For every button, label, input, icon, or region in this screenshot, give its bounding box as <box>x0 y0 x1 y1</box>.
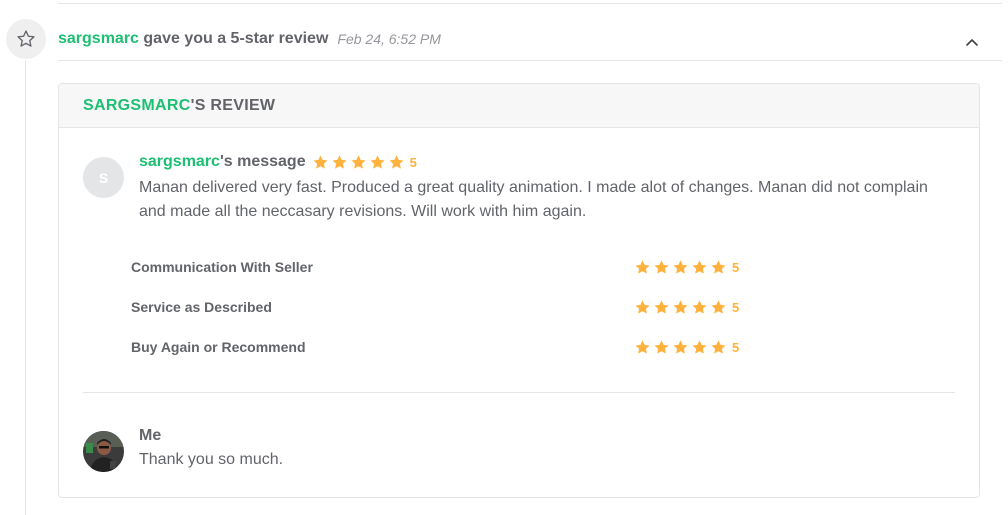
message-author-suffix: 's message <box>219 153 306 170</box>
timeline-line <box>25 60 26 515</box>
event-action-text: gave you a 5-star review <box>143 30 329 47</box>
criteria-label: Communication With Seller <box>131 259 313 275</box>
review-title-username: SARGSMARC <box>83 96 191 114</box>
review-title-suffix: 'S REVIEW <box>190 96 276 114</box>
top-divider <box>58 3 1002 4</box>
star-icon <box>635 299 650 314</box>
reviewer-avatar-initial: S <box>98 169 109 186</box>
star-icon <box>351 154 366 169</box>
star-icon <box>332 154 347 169</box>
user-photo-icon <box>83 431 124 472</box>
reply-author: Me <box>139 427 162 444</box>
overall-star-rating <box>312 154 407 171</box>
star-icon <box>635 339 650 354</box>
star-icon <box>389 154 404 169</box>
star-icon <box>313 154 328 169</box>
message-author-link[interactable]: sargsmarc <box>139 153 220 170</box>
criteria-row-service: Service as Described 5 <box>131 297 751 317</box>
star-icon <box>692 259 707 274</box>
star-icon <box>711 299 726 314</box>
review-card-title: SARGSMARC 'S REVIEW <box>59 84 979 128</box>
star-icon <box>654 339 669 354</box>
criteria-star-rating <box>634 299 729 316</box>
star-icon <box>711 259 726 274</box>
star-outline-icon <box>17 30 35 47</box>
star-icon <box>635 259 650 274</box>
message-author: sargsmarc's message <box>139 153 306 171</box>
star-icon <box>673 299 688 314</box>
criteria-row-communication: Communication With Seller 5 <box>131 257 751 277</box>
star-icon <box>673 259 688 274</box>
chevron-up-icon[interactable] <box>965 36 979 48</box>
message-header: sargsmarc's message 5 <box>139 153 417 171</box>
criteria-label: Buy Again or Recommend <box>131 339 306 355</box>
overall-rating-value: 5 <box>409 154 417 170</box>
criteria-rating-value: 5 <box>732 299 740 315</box>
criteria-star-rating <box>634 339 729 356</box>
star-icon <box>692 299 707 314</box>
star-icon <box>654 259 669 274</box>
criteria-row-buy-again: Buy Again or Recommend 5 <box>131 337 751 357</box>
reviewer-avatar: S <box>83 157 124 198</box>
star-icon <box>370 154 385 169</box>
event-header: sargsmarc gave you a 5-star review Feb 2… <box>58 28 441 50</box>
star-icon <box>692 339 707 354</box>
star-icon <box>711 339 726 354</box>
review-message: Manan delivered very fast. Produced a gr… <box>139 179 928 220</box>
criteria-label: Service as Described <box>131 299 272 315</box>
event-username-link[interactable]: sargsmarc <box>58 30 139 48</box>
my-avatar <box>83 431 124 472</box>
reply-text: Thank you so much. <box>139 451 284 468</box>
star-icon <box>673 339 688 354</box>
event-star-badge <box>6 19 46 59</box>
star-icon <box>654 299 669 314</box>
criteria-rating-value: 5 <box>732 259 740 275</box>
event-timestamp: Feb 24, 6:52 PM <box>337 31 441 47</box>
reply-divider <box>83 392 955 393</box>
header-divider <box>58 60 1002 61</box>
review-card: SARGSMARC 'S REVIEW S sargsmarc's message… <box>58 83 980 498</box>
criteria-star-rating <box>634 259 729 276</box>
criteria-rating-value: 5 <box>732 339 740 355</box>
